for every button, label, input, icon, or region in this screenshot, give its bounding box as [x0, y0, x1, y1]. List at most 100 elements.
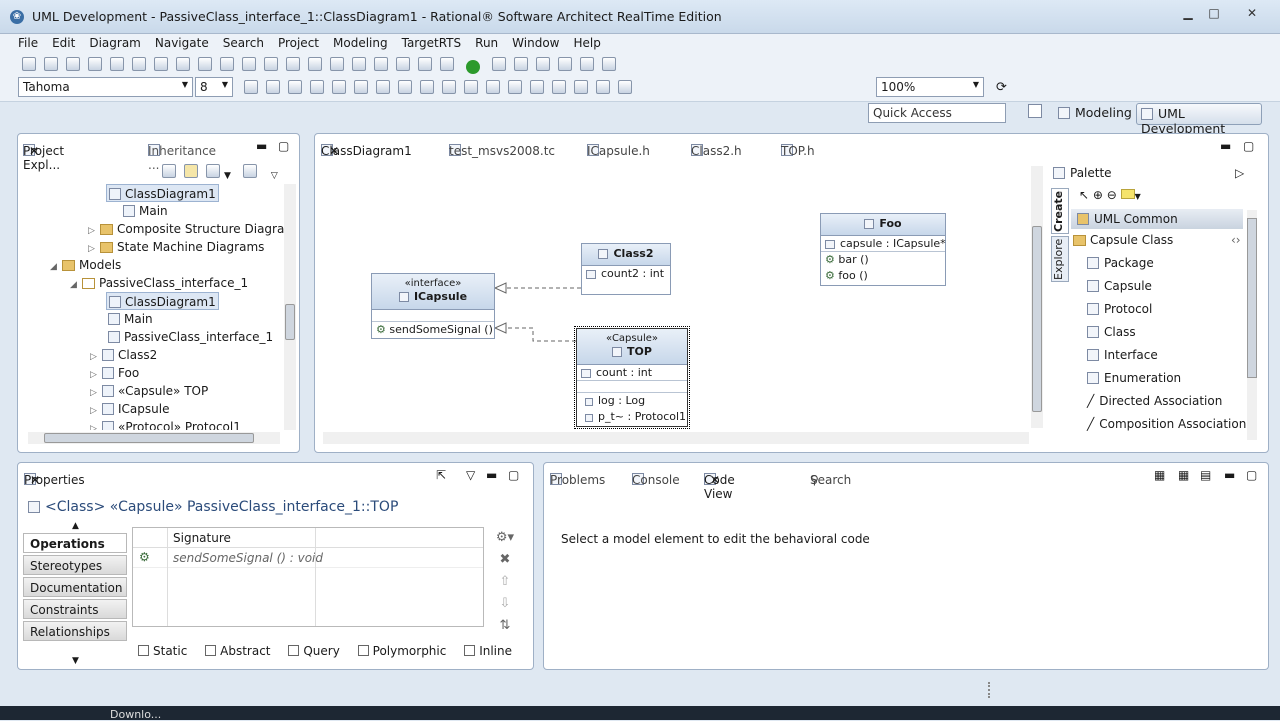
expand-icon[interactable]: ▷: [90, 420, 102, 430]
tree-vertical-scrollbar[interactable]: [284, 184, 296, 430]
collapse-icon[interactable]: ◢: [50, 258, 62, 276]
table-row[interactable]: ⚙ sendSomeSignal () : void: [133, 548, 483, 568]
minimize-panel-icon[interactable]: ▬: [1224, 468, 1235, 482]
tree-item-protocol1[interactable]: ▷ «Protocol» Protocol1: [90, 418, 241, 430]
zoom-out-icon[interactable]: ⊖: [1107, 188, 1117, 202]
maximize-panel-icon[interactable]: ▢: [278, 139, 289, 153]
forward-icon[interactable]: [579, 57, 594, 71]
close-icon[interactable]: ✕: [710, 473, 720, 487]
section-constraints[interactable]: Constraints: [23, 599, 127, 619]
column-signature[interactable]: Signature: [173, 531, 231, 545]
menu-search[interactable]: Search: [216, 34, 271, 52]
palette-item-directed-association[interactable]: ╱ Directed Association: [1087, 391, 1222, 411]
close-window-button[interactable]: ✕: [1241, 6, 1263, 22]
collapse-icon[interactable]: ◢: [70, 276, 82, 294]
checkbox-query[interactable]: Query: [288, 644, 340, 658]
perspective-uml-development[interactable]: UML Development: [1136, 103, 1262, 136]
delete-icon[interactable]: ✖: [490, 549, 520, 571]
palette-collapse-icon[interactable]: ▷: [1235, 166, 1244, 180]
palette-item-package[interactable]: Package: [1087, 253, 1154, 273]
checkbox-static[interactable]: Static: [138, 644, 187, 658]
perspective-modeling[interactable]: Modeling: [1054, 104, 1136, 124]
line-color-icon[interactable]: [332, 80, 346, 94]
tree-item-state-machine[interactable]: ▷ State Machine Diagrams: [88, 238, 264, 256]
redo-icon[interactable]: [330, 57, 344, 71]
menu-project[interactable]: Project: [271, 34, 326, 52]
tree-horizontal-scrollbar[interactable]: [28, 432, 280, 444]
new-folder-icon[interactable]: [206, 164, 220, 178]
menu-targetrts[interactable]: TargetRTS: [395, 34, 469, 52]
format-icon[interactable]: [286, 57, 300, 71]
bold-icon[interactable]: [244, 80, 258, 94]
filter-view-icon[interactable]: [242, 164, 257, 178]
operation-bar[interactable]: ⚙ bar (): [821, 252, 945, 268]
font-color-icon[interactable]: [310, 80, 324, 94]
group-icon[interactable]: [464, 80, 478, 94]
refresh-icon[interactable]: ⟳: [996, 80, 1007, 95]
canvas-vertical-scrollbar[interactable]: [1031, 166, 1043, 428]
palette-item-protocol[interactable]: Protocol: [1087, 299, 1152, 319]
distribute-icon[interactable]: [442, 80, 456, 94]
zoom-combo[interactable]: 100% ▼: [876, 77, 984, 97]
line-style-icon[interactable]: [288, 80, 302, 94]
arrange-icon[interactable]: [398, 80, 412, 94]
bug-icon[interactable]: [440, 57, 454, 71]
print-icon[interactable]: [88, 57, 102, 71]
pin-view-icon[interactable]: ⇱: [436, 468, 446, 482]
palette-item-class[interactable]: Class: [1087, 322, 1136, 342]
tree-item-icapsule[interactable]: ▷ ICapsule: [90, 400, 169, 418]
operation-foo[interactable]: ⚙ foo (): [821, 268, 945, 284]
zoom-in-icon[interactable]: ⊕: [1093, 188, 1103, 202]
checkbox-abstract[interactable]: Abstract: [205, 644, 271, 658]
palette-item-composition-association[interactable]: ╱ Composition Association: [1087, 414, 1246, 434]
sort-icon[interactable]: ⇅: [490, 615, 520, 637]
menu-edit[interactable]: Edit: [45, 34, 82, 52]
view-menu-icon[interactable]: ▽: [466, 468, 475, 482]
menu-help[interactable]: Help: [566, 34, 607, 52]
menu-diagram[interactable]: Diagram: [82, 34, 148, 52]
checkbox-polymorphic[interactable]: Polymorphic: [357, 644, 446, 658]
file-icon[interactable]: [154, 57, 168, 71]
palette-group-uml-common[interactable]: UML Common: [1071, 209, 1243, 229]
collapse-all-icon[interactable]: [162, 164, 176, 178]
font-combo[interactable]: Tahoma ▼: [18, 77, 193, 97]
section-documentation[interactable]: Documentation: [23, 577, 127, 597]
gear-icon[interactable]: [242, 57, 256, 71]
pin-icon[interactable]: [601, 57, 616, 71]
settings-icon[interactable]: [264, 57, 278, 71]
italic-icon[interactable]: [266, 80, 280, 94]
minimize-editor-icon[interactable]: ▬: [1220, 139, 1231, 153]
select-arrow-icon[interactable]: ↖: [1079, 188, 1089, 202]
minimize-panel-icon[interactable]: ▬: [256, 139, 267, 153]
menu-modeling[interactable]: Modeling: [326, 34, 395, 52]
copy-icon[interactable]: [176, 57, 190, 71]
palette-item-interface[interactable]: Interface: [1087, 345, 1158, 365]
tree-item-main-2[interactable]: Main: [108, 310, 153, 328]
move-down-icon[interactable]: ⇩: [490, 593, 520, 615]
foo-class[interactable]: Foo capsule : ICapsule* ⚙ bar () ⚙ foo (…: [820, 213, 946, 286]
build-icon[interactable]: [110, 57, 124, 71]
note-icon[interactable]: [1120, 189, 1135, 199]
undo-icon[interactable]: [308, 57, 322, 71]
font-size-combo[interactable]: 8 ▼: [195, 77, 233, 97]
section-operations[interactable]: Operations: [23, 533, 127, 553]
maximize-panel-icon[interactable]: ▢: [1246, 468, 1257, 482]
order-icon[interactable]: [508, 80, 522, 94]
maximize-editor-icon[interactable]: ▢: [1243, 139, 1254, 153]
save-all-icon[interactable]: [66, 57, 80, 71]
tree-item-class2[interactable]: ▷ Class2: [90, 346, 157, 364]
layout-icon[interactable]: [132, 57, 146, 71]
debug-icon[interactable]: [352, 57, 366, 71]
tree-item-main[interactable]: Main: [123, 202, 168, 220]
back-icon[interactable]: [557, 57, 572, 71]
attribute-count2[interactable]: count2 : int: [582, 266, 670, 282]
tree-item-classdiagram1[interactable]: ClassDiagram1: [106, 184, 219, 202]
class2-box[interactable]: Class2 count2 : int: [581, 243, 671, 295]
tree-item-composite-structure[interactable]: ▷ Composite Structure Diagram: [88, 220, 296, 238]
palette-item-capsule[interactable]: Capsule: [1087, 276, 1152, 296]
pin-icon-2[interactable]: [618, 80, 632, 94]
step-icon[interactable]: [418, 57, 432, 71]
tree-item-passiveclass-diagram[interactable]: PassiveClass_interface_1: [108, 328, 273, 346]
stop-icon[interactable]: [396, 57, 410, 71]
palette-drawer-capsule-class[interactable]: Capsule Class ‹›: [1073, 230, 1243, 250]
